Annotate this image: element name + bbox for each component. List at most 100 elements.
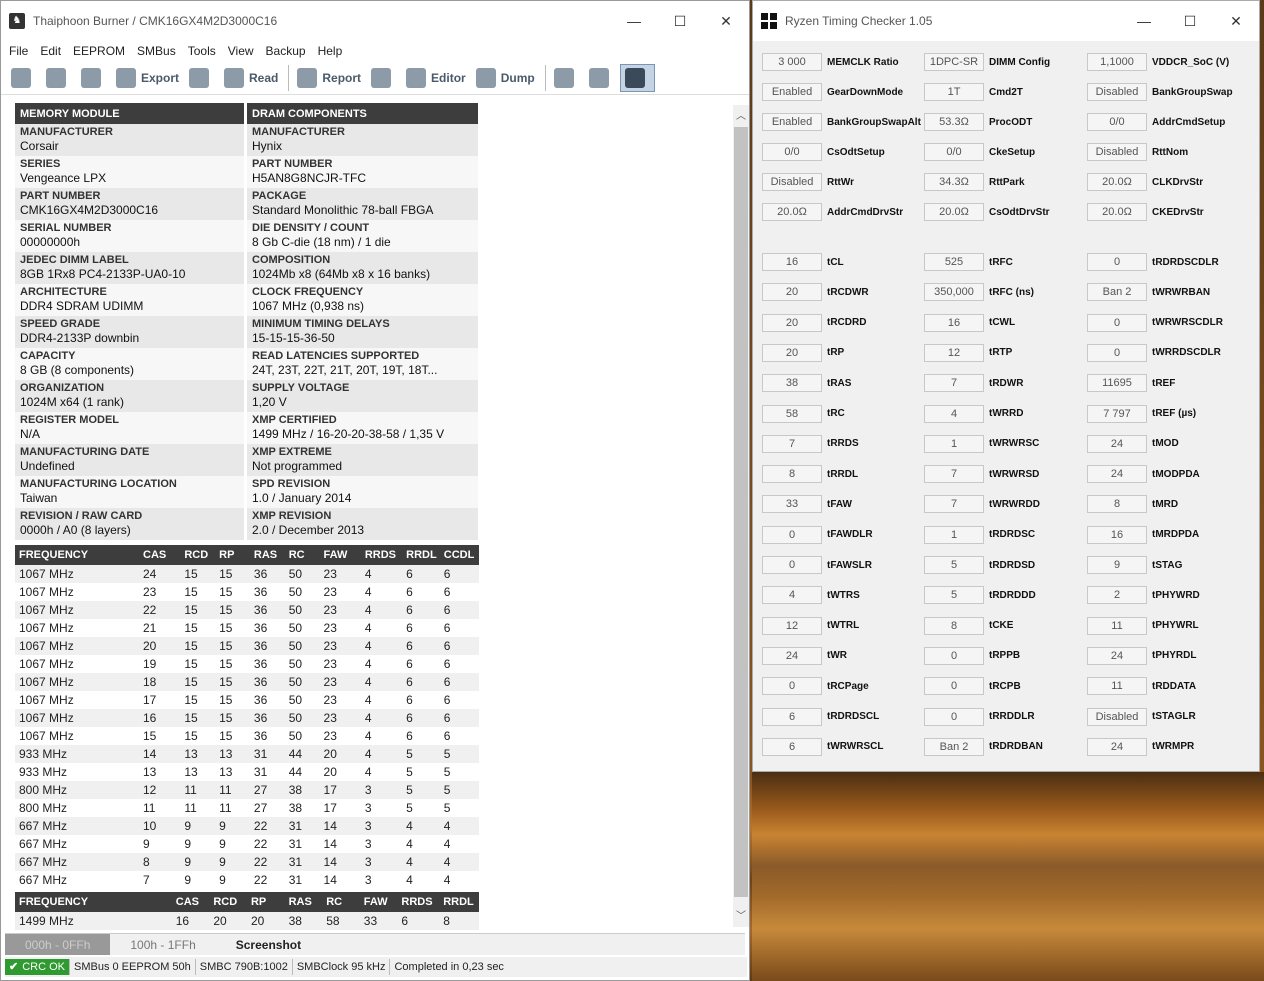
timing-value[interactable]: 11 <box>1087 677 1147 696</box>
timing-value[interactable]: 6 <box>762 737 822 756</box>
menu-edit[interactable]: Edit <box>34 44 67 58</box>
export-button[interactable]: Export <box>112 64 183 92</box>
maximize-button[interactable]: ☐ <box>1167 13 1213 30</box>
timing-value[interactable]: Ban 2 <box>1087 283 1147 302</box>
save-button[interactable] <box>77 64 110 92</box>
timing-value[interactable]: 7 <box>762 434 822 453</box>
timing-value[interactable]: 16 <box>1087 525 1147 544</box>
timing-value[interactable]: 7 <box>924 495 984 514</box>
timing-value[interactable]: 53.3Ω <box>924 113 984 131</box>
timing-value[interactable]: 4 <box>762 586 822 605</box>
timing-value[interactable]: 12 <box>762 616 822 635</box>
timing-value[interactable]: 20.0Ω <box>924 203 984 221</box>
screenshot-button[interactable] <box>550 64 583 92</box>
timing-value[interactable]: 38 <box>762 374 822 393</box>
timing-value[interactable]: 7 <box>924 374 984 393</box>
timing-value[interactable]: Disabled <box>1087 707 1147 726</box>
menu-file[interactable]: File <box>3 44 34 58</box>
timing-value[interactable]: Enabled <box>762 83 822 101</box>
report-button[interactable]: Report <box>293 64 365 92</box>
timing-value[interactable]: 2 <box>1087 586 1147 605</box>
timing-value[interactable]: 8 <box>924 616 984 635</box>
minimize-button[interactable]: — <box>611 13 657 29</box>
timing-value[interactable]: 4 <box>924 404 984 423</box>
timing-value[interactable]: 1 <box>924 525 984 544</box>
timing-value[interactable]: 1T <box>924 83 984 101</box>
tab-screenshot[interactable]: Screenshot <box>216 934 321 955</box>
menu-eeprom[interactable]: EEPROM <box>67 44 131 58</box>
menu-view[interactable]: View <box>222 44 260 58</box>
timing-value[interactable]: 20.0Ω <box>1087 173 1147 191</box>
timing-value[interactable]: Disabled <box>1087 143 1147 161</box>
settings-button[interactable] <box>7 64 40 92</box>
close-button[interactable]: ✕ <box>703 13 749 30</box>
timing-value[interactable]: 5 <box>924 586 984 605</box>
open-button[interactable] <box>42 64 75 92</box>
timing-value[interactable]: 1DPC-SR <box>924 53 984 71</box>
timing-value[interactable]: 24 <box>762 646 822 665</box>
timing-value[interactable]: Disabled <box>1087 83 1147 101</box>
timing-value[interactable]: 24 <box>1087 434 1147 453</box>
timing-value[interactable]: 0 <box>762 556 822 574</box>
timing-value[interactable]: 1,1000 <box>1087 53 1147 71</box>
menu-tools[interactable]: Tools <box>182 44 222 58</box>
dump-button[interactable]: Dump <box>472 64 539 92</box>
timing-value[interactable]: 9 <box>1087 556 1147 574</box>
timing-value[interactable]: 6 <box>762 707 822 726</box>
scroll-thumb[interactable] <box>734 127 748 897</box>
copy-button[interactable] <box>585 64 618 92</box>
close-button[interactable]: ✕ <box>1213 13 1259 30</box>
timing-value[interactable]: 0 <box>924 677 984 696</box>
timing-value[interactable]: 24 <box>1087 737 1147 756</box>
timing-value[interactable]: 16 <box>924 313 984 332</box>
timing-value[interactable]: 0 <box>1087 343 1147 362</box>
timing-value[interactable]: 7 <box>924 465 984 484</box>
timing-value[interactable]: 3 000 <box>762 53 822 71</box>
timing-value[interactable]: 525 <box>924 253 984 271</box>
timing-value[interactable]: 20 <box>762 343 822 362</box>
menu-backup[interactable]: Backup <box>260 44 312 58</box>
timing-value[interactable]: 24 <box>1087 646 1147 665</box>
timing-value[interactable]: 24 <box>1087 465 1147 484</box>
ryzen-titlebar[interactable]: Ryzen Timing Checker 1.05 — ☐ ✕ <box>753 1 1259 41</box>
scroll-down-icon[interactable]: ﹀ <box>733 907 749 925</box>
timing-value[interactable]: 0 <box>924 646 984 665</box>
timing-value[interactable]: 20 <box>762 283 822 302</box>
timing-value[interactable]: 33 <box>762 495 822 514</box>
timing-value[interactable]: 20.0Ω <box>1087 203 1147 221</box>
timing-value[interactable]: 8 <box>1087 495 1147 514</box>
thaiphoon-titlebar[interactable]: ♞ Thaiphoon Burner / CMK16GX4M2D3000C16 … <box>1 1 749 41</box>
timing-value[interactable]: 0 <box>1087 253 1147 271</box>
timing-value[interactable]: 5 <box>924 556 984 574</box>
timing-value[interactable]: 8 <box>762 465 822 484</box>
minimize-button[interactable]: — <box>1121 13 1167 29</box>
timing-value[interactable]: 0/0 <box>924 143 984 161</box>
timing-value[interactable]: 34.3Ω <box>924 173 984 191</box>
timing-value[interactable]: 0 <box>762 525 822 544</box>
menu-smbus[interactable]: SMBus <box>131 44 182 58</box>
tab-000h-0ffh[interactable]: 000h - 0FFh <box>5 934 111 955</box>
monitor-button[interactable] <box>619 63 655 92</box>
timing-value[interactable]: Enabled <box>762 113 822 131</box>
timing-value[interactable]: 16 <box>762 253 822 271</box>
timing-value[interactable]: 0 <box>1087 313 1147 332</box>
timing-value[interactable]: 20.0Ω <box>762 203 822 221</box>
vertical-scrollbar[interactable]: ︿ ﹀ <box>733 105 749 927</box>
timing-value[interactable]: 0/0 <box>762 143 822 161</box>
timing-value[interactable]: 0 <box>762 677 822 696</box>
timing-value[interactable]: Disabled <box>762 173 822 191</box>
menu-help[interactable]: Help <box>312 44 349 58</box>
timing-value[interactable]: 58 <box>762 404 822 423</box>
scroll-up-icon[interactable]: ︿ <box>733 107 749 125</box>
timing-value[interactable]: 0 <box>924 707 984 726</box>
timing-value[interactable]: Ban 2 <box>924 737 984 756</box>
timing-value[interactable]: 11 <box>1087 616 1147 635</box>
timing-value[interactable]: 12 <box>924 343 984 362</box>
tab-100h-1ffh[interactable]: 100h - 1FFh <box>110 934 215 955</box>
timing-value[interactable]: 1 <box>924 434 984 453</box>
read-button[interactable]: Read <box>220 64 282 92</box>
editor-button[interactable]: Editor <box>402 64 470 92</box>
tools-button[interactable] <box>367 64 400 92</box>
timing-value[interactable]: 20 <box>762 313 822 332</box>
timing-value[interactable]: 350,000 <box>924 283 984 302</box>
